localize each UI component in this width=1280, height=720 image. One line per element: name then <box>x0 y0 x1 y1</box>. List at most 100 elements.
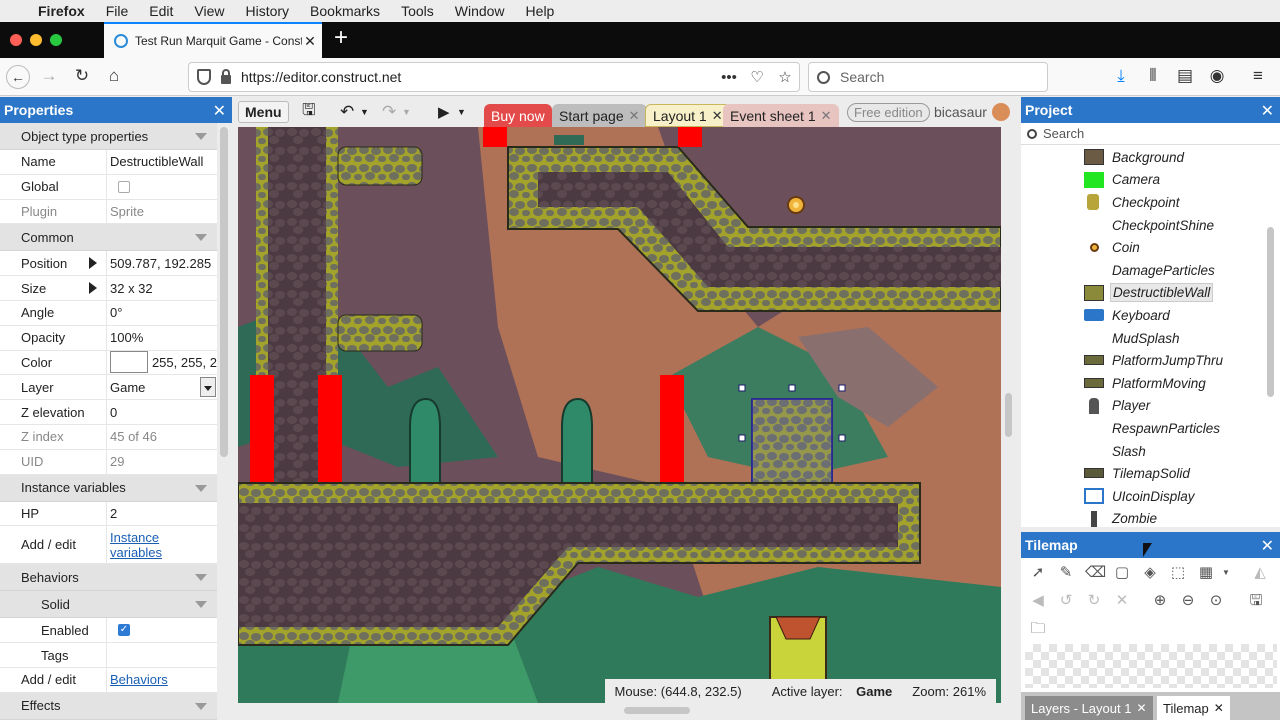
project-item[interactable]: MudSplash <box>1021 327 1266 350</box>
close-icon[interactable]: ✕ <box>1261 101 1274 121</box>
close-icon[interactable]: ✕ <box>1136 701 1146 715</box>
menu-window[interactable]: Window <box>455 3 505 19</box>
horizontal-scrollbar[interactable] <box>624 707 690 714</box>
collapse-triangle-icon[interactable] <box>195 133 207 140</box>
tab-tilemap[interactable]: Tilemap ✕ <box>1157 696 1230 720</box>
section-behaviors[interactable]: Behaviors <box>0 564 217 592</box>
back-arrow-icon[interactable]: ← <box>6 65 30 89</box>
rotate-cw-icon[interactable]: ↻ <box>1085 592 1103 610</box>
project-item[interactable]: Slash <box>1021 440 1266 463</box>
project-item[interactable]: DamageParticles <box>1021 259 1266 282</box>
zoom-reset-icon[interactable]: ⊙ <box>1207 592 1225 610</box>
enabled-checkbox[interactable]: ✓ <box>118 624 130 637</box>
sidebar-icon[interactable]: ▤ <box>1174 66 1196 86</box>
menu-tools[interactable]: Tools <box>401 3 434 19</box>
close-icon[interactable]: ✕ <box>1261 536 1274 556</box>
close-icon[interactable]: ✕ <box>821 108 832 124</box>
expand-arrow-icon[interactable] <box>89 257 97 270</box>
free-edition-badge[interactable]: Free edition <box>847 103 930 122</box>
prop-enabled[interactable]: Enabled ✓ <box>0 618 217 644</box>
zoom-out-icon[interactable]: ⊖ <box>1179 592 1197 610</box>
section-instance-variables[interactable]: Instance variables <box>0 474 217 502</box>
project-scrollbar[interactable] <box>1267 227 1274 397</box>
menu-file[interactable]: File <box>106 3 129 19</box>
buy-now-tab[interactable]: Buy now <box>484 104 552 127</box>
project-item[interactable]: Camera <box>1021 169 1266 192</box>
prop-value[interactable]: 255, 255, 2 <box>152 355 217 370</box>
properties-scrollbar[interactable] <box>220 127 228 457</box>
folder-icon[interactable]: 🗀 <box>1029 620 1047 638</box>
section-common[interactable]: Common <box>0 224 217 252</box>
pointer-tool-icon[interactable]: ➚ <box>1029 564 1047 582</box>
menu-history[interactable]: History <box>245 3 289 19</box>
project-item[interactable]: Coin <box>1021 236 1266 259</box>
redo-icon[interactable]: ↷ <box>382 101 396 123</box>
zoom-in-icon[interactable]: ⊕ <box>1151 592 1169 610</box>
project-item[interactable]: Background <box>1021 146 1266 169</box>
downloads-icon[interactable]: ⤓ <box>1110 66 1132 86</box>
close-icon[interactable]: ✕ <box>1214 701 1224 715</box>
prop-value[interactable]: 509.787, 192.285 <box>107 256 217 271</box>
project-item[interactable]: UIcoinDisplay <box>1021 485 1266 508</box>
project-item[interactable]: Keyboard <box>1021 304 1266 327</box>
prop-position[interactable]: Position 509.787, 192.285 <box>0 251 217 277</box>
eraser-tool-icon[interactable]: ⌫ <box>1085 564 1106 582</box>
close-icon[interactable]: ✕ <box>712 108 723 124</box>
project-item[interactable]: TilemapSolid <box>1021 462 1266 485</box>
hamburger-menu-icon[interactable]: ≡ <box>1247 66 1269 86</box>
username[interactable]: bicasaur <box>934 104 987 120</box>
undo-icon[interactable]: ↶ <box>340 101 354 123</box>
reload-icon[interactable]: ↻ <box>71 66 93 86</box>
prop-global[interactable]: Global <box>0 174 217 200</box>
collapse-triangle-icon[interactable] <box>195 601 207 609</box>
collapse-triangle-icon[interactable] <box>195 574 207 582</box>
color-swatch[interactable] <box>110 351 148 374</box>
avatar[interactable] <box>992 103 1010 121</box>
prop-angle[interactable]: Angle 0° <box>0 300 217 326</box>
section-object-type[interactable]: Object type properties <box>0 123 217 150</box>
library-icon[interactable]: ⫴ <box>1142 66 1164 86</box>
forward-arrow-icon[interactable]: → <box>38 66 60 86</box>
project-item[interactable]: Checkpoint <box>1021 191 1266 214</box>
close-icon[interactable]: ✕ <box>213 101 226 121</box>
new-tab-button[interactable]: + <box>334 26 348 50</box>
selection-tool-icon[interactable]: ⬚ <box>1169 564 1187 582</box>
section-effects[interactable]: Effects <box>0 692 217 720</box>
url-text[interactable]: https://editor.construct.net <box>241 69 715 85</box>
page-actions-icon[interactable]: ••• <box>715 69 743 86</box>
tileset-preview[interactable] <box>1025 644 1277 688</box>
tile-brush-icon[interactable]: ▦ <box>1197 564 1215 582</box>
behaviors-link[interactable]: Behaviors <box>110 672 168 687</box>
account-icon[interactable]: ◉ <box>1206 66 1228 86</box>
project-item[interactable]: DestructibleWall <box>1021 282 1266 305</box>
menu-help[interactable]: Help <box>526 3 555 19</box>
save-icon[interactable]: 🖫 <box>1247 592 1265 610</box>
browser-tab-active[interactable]: Test Run Marquit Game - Const ✕ <box>104 22 322 58</box>
collapse-triangle-icon[interactable] <box>195 702 207 710</box>
reset-transform-icon[interactable]: ✕ <box>1113 592 1131 610</box>
rectangle-tool-icon[interactable]: ▢ <box>1113 564 1131 582</box>
bookmark-star-icon[interactable]: ☆ <box>771 68 799 86</box>
collapse-triangle-icon[interactable] <box>195 484 207 492</box>
vertical-scrollbar[interactable] <box>1005 393 1012 437</box>
prop-value[interactable]: 0 <box>107 405 217 420</box>
pencil-tool-icon[interactable]: ✎ <box>1057 564 1075 582</box>
menu-view[interactable]: View <box>194 3 224 19</box>
project-item[interactable]: CheckpointShine <box>1021 214 1266 237</box>
url-bar[interactable]: https://editor.construct.net ••• ♡ ☆ <box>188 62 800 92</box>
mirror-icon[interactable]: ◭ <box>1251 564 1269 582</box>
game-scene-svg[interactable] <box>238 127 1001 703</box>
layout-canvas[interactable]: Mouse: (644.8, 232.5) Active layer: Game… <box>238 127 1001 703</box>
section-solid[interactable]: Solid <box>0 591 217 619</box>
fill-tool-icon[interactable]: ◈ <box>1141 564 1159 582</box>
flip-icon[interactable]: ◀ <box>1029 592 1047 610</box>
tab-start-page[interactable]: Start page ✕ <box>552 104 647 127</box>
global-checkbox[interactable] <box>118 180 130 193</box>
undo-dropdown-icon[interactable]: ▼ <box>360 101 369 123</box>
home-icon[interactable]: ⌂ <box>103 66 125 86</box>
window-minimize-button[interactable] <box>30 34 42 46</box>
project-item[interactable]: RespawnParticles <box>1021 417 1266 440</box>
prop-layer[interactable]: Layer Game <box>0 375 217 401</box>
instance-variables-link-line2[interactable]: variables <box>110 545 162 560</box>
instance-variables-link[interactable]: Instance <box>110 530 159 545</box>
